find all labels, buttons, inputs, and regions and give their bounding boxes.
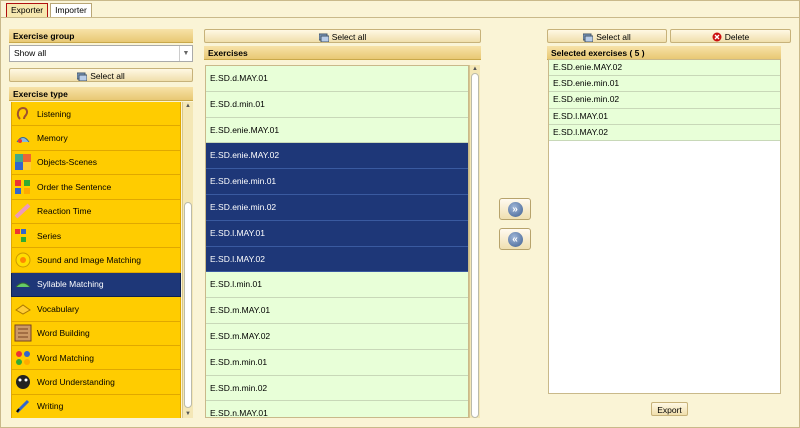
exercise-list-item[interactable]: E.SD.l.min.01 — [206, 272, 468, 299]
exercise-type-item[interactable]: Syllable Matching — [11, 272, 181, 298]
select-all-icon — [318, 32, 330, 46]
word-understanding-icon — [13, 372, 33, 392]
exercise-type-item[interactable]: Sound and Image Matching — [11, 248, 181, 273]
delete-button[interactable]: Delete — [670, 29, 791, 43]
exercise-type-scrollbar[interactable]: ▲ ▼ — [182, 102, 193, 418]
selected-exercise-item[interactable]: E.SD.enie.min.01 — [549, 76, 780, 93]
exercise-type-list: Listening Memory Objects-Scenes Order the S… — [11, 102, 181, 418]
exercise-type-item[interactable]: Word Building — [11, 321, 181, 346]
exercise-type-item[interactable]: Order the Sentence — [11, 175, 181, 200]
exercise-list-item[interactable]: E.SD.enie.min.01 — [206, 169, 468, 195]
scroll-up-icon[interactable]: ▲ — [183, 102, 193, 110]
word-matching-icon — [13, 348, 33, 368]
exercise-list-item[interactable]: E.SD.m.min.01 — [206, 349, 468, 376]
exercise-type-label: Word Building — [37, 328, 90, 339]
exercises-select-all-button[interactable]: Select all — [204, 29, 481, 43]
exercise-list-item[interactable]: E.SD.enie.MAY.02 — [206, 143, 468, 170]
exercise-list-item[interactable]: E.SD.d.min.01 — [206, 91, 468, 118]
exercise-type-label: Listening — [37, 108, 72, 119]
selected-exercises-list: E.SD.enie.MAY.02 E.SD.enie.min.01 E.SD.eni… — [548, 59, 781, 394]
exercise-type-label: Memory — [37, 133, 68, 144]
tab-importer[interactable]: Importer — [50, 3, 92, 17]
selected-exercise-item[interactable]: E.SD.enie.MAY.02 — [549, 60, 780, 77]
exercise-type-item[interactable]: Vocabulary — [11, 297, 181, 322]
exercise-type-label: Syllable Matching — [37, 279, 104, 290]
exercise-type-header: Exercise type — [9, 87, 193, 101]
export-button[interactable]: Export — [651, 402, 688, 416]
exercise-type-item[interactable]: Memory — [11, 126, 181, 151]
types-select-all-label: Select all — [90, 71, 125, 81]
delete-label: Delete — [724, 32, 750, 42]
syllable-icon — [13, 274, 33, 294]
exercise-list-item[interactable]: E.SD.enie.MAY.01 — [206, 117, 468, 144]
scroll-thumb[interactable] — [184, 202, 192, 408]
memory-icon — [13, 128, 33, 148]
exercise-type-item[interactable]: Word Matching — [11, 345, 181, 371]
exercise-type-label: Sound and Image Matching — [37, 255, 141, 266]
sound-image-icon — [13, 250, 33, 270]
exercise-group-select[interactable]: Show all ▼ — [9, 45, 193, 62]
exercise-type-label: Series — [37, 230, 62, 241]
selected-select-all-button[interactable]: Select all — [547, 29, 667, 43]
scroll-down-icon[interactable]: ▼ — [183, 410, 193, 418]
chevron-down-icon[interactable]: ▼ — [179, 46, 192, 61]
scroll-up-icon[interactable]: ▲ — [470, 65, 480, 73]
selected-exercises-header: Selected exercises ( 5 ) — [547, 46, 781, 60]
word-building-icon — [13, 323, 33, 343]
exercise-type-label: Objects-Scenes — [37, 157, 97, 168]
exercise-group-header: Exercise group — [9, 29, 193, 43]
exercise-type-item[interactable]: Reaction Time — [11, 199, 181, 224]
select-all-icon — [582, 32, 594, 46]
double-chevron-right-icon: » — [507, 201, 523, 217]
delete-icon — [712, 32, 722, 46]
exercise-type-label: Reaction Time — [37, 206, 92, 217]
series-icon — [13, 226, 33, 246]
scroll-thumb[interactable] — [471, 73, 479, 418]
selected-exercise-item[interactable]: E.SD.enie.min.02 — [549, 92, 780, 109]
exercise-list-item[interactable]: E.SD.d.MAY.01 — [206, 66, 468, 92]
exercises-scrollbar[interactable]: ▲ — [469, 65, 480, 418]
tab-divider — [0, 17, 800, 18]
remove-from-selection-button[interactable]: « — [499, 228, 531, 250]
writing-icon — [13, 396, 33, 416]
exercise-type-label: Word Matching — [37, 352, 95, 363]
objects-scenes-icon — [13, 152, 33, 172]
exercise-type-label: Vocabulary — [37, 303, 80, 314]
tab-bar: Exporter Importer — [6, 3, 92, 18]
reaction-time-icon — [13, 201, 33, 221]
exercises-list: E.SD.d.MAY.01 E.SD.d.min.01 E.SD.enie.MAY.… — [205, 65, 469, 418]
exercise-type-label: Writing — [37, 401, 64, 412]
exercise-type-item[interactable]: Objects-Scenes — [11, 150, 181, 176]
exercise-type-item[interactable]: Series — [11, 223, 181, 249]
exercise-list-item[interactable]: E.SD.m.MAY.01 — [206, 298, 468, 324]
exercise-type-item[interactable]: Word Understanding — [11, 370, 181, 395]
exercise-list-item[interactable]: E.SD.m.min.02 — [206, 375, 468, 402]
add-to-selection-button[interactable]: » — [499, 198, 531, 220]
tab-exporter[interactable]: Exporter — [6, 3, 49, 18]
exercise-type-item[interactable]: Writing — [11, 394, 181, 418]
exercise-list-item[interactable]: E.SD.l.MAY.01 — [206, 220, 468, 247]
exercise-list-item[interactable]: E.SD.enie.min.02 — [206, 194, 468, 221]
selected-select-all-label: Select all — [596, 32, 631, 42]
selected-exercise-item[interactable]: E.SD.l.MAY.02 — [549, 124, 780, 141]
ear-icon — [13, 104, 33, 124]
exercise-list-item[interactable]: E.SD.m.MAY.02 — [206, 323, 468, 350]
exercise-list-item[interactable]: E.SD.l.MAY.02 — [206, 246, 468, 273]
exercise-type-label: Order the Sentence — [37, 181, 112, 192]
vocabulary-icon — [13, 299, 33, 319]
order-sentence-icon — [13, 177, 33, 197]
double-chevron-left-icon: « — [507, 231, 523, 247]
exercise-type-label: Word Understanding — [37, 376, 115, 387]
exercises-select-all-label: Select all — [331, 32, 367, 42]
selected-exercise-item[interactable]: E.SD.l.MAY.01 — [549, 108, 780, 125]
select-all-icon — [76, 71, 88, 85]
types-select-all-button[interactable]: Select all — [9, 68, 193, 82]
exercise-group-value: Show all — [14, 48, 47, 58]
exercises-header: Exercises — [204, 46, 481, 60]
exercise-list-item[interactable]: E.SD.n.MAY.01 — [206, 401, 468, 417]
exercise-type-item[interactable]: Listening — [11, 102, 181, 127]
